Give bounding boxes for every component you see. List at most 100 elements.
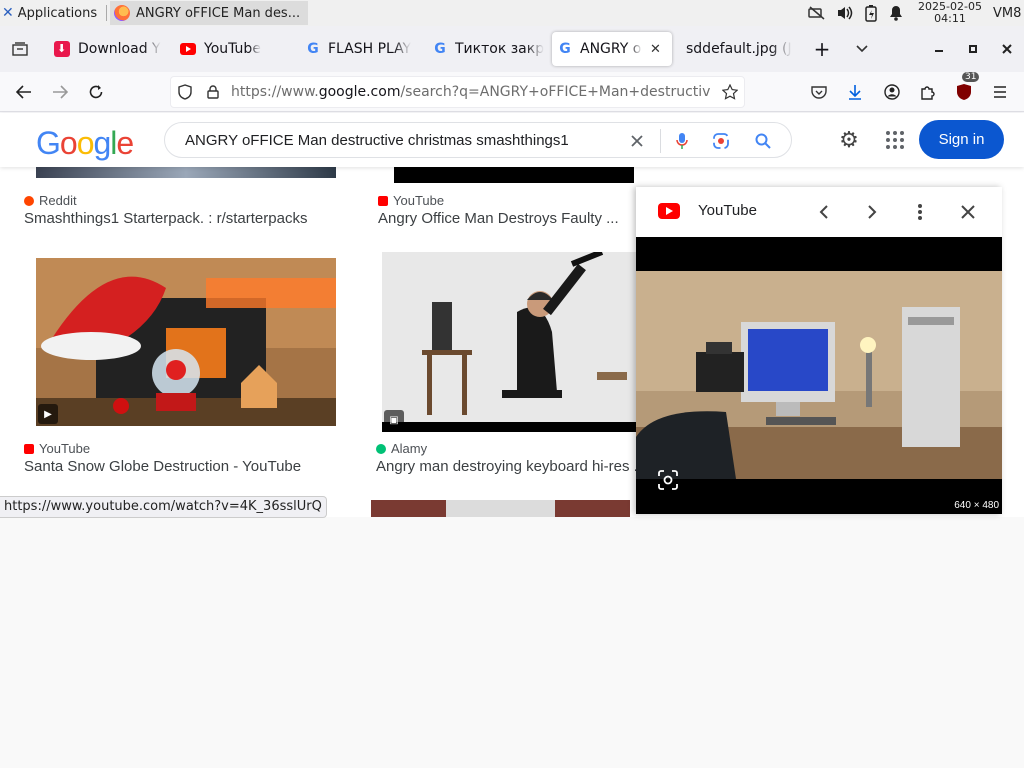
tab-sddefault[interactable]: sddefault.jpg (J xyxy=(680,32,798,66)
image-badge-icon: ▣ xyxy=(384,410,404,430)
notification-bell-icon[interactable] xyxy=(886,0,906,26)
applications-label: Applications xyxy=(17,5,98,21)
minimize-button[interactable] xyxy=(923,32,955,66)
search-icon[interactable] xyxy=(749,127,777,155)
result-source-name: Reddit xyxy=(39,193,77,208)
reload-button[interactable] xyxy=(80,76,112,108)
tab-label: Download Y xyxy=(78,41,161,57)
back-button[interactable] xyxy=(8,76,40,108)
preview-source-name[interactable]: YouTube xyxy=(698,202,757,219)
tab-angry-office-active[interactable]: G ANGRY oFFICE ✕ xyxy=(552,32,672,66)
lens-search-icon[interactable] xyxy=(654,466,682,494)
close-window-button[interactable] xyxy=(991,32,1023,66)
url-text[interactable]: https://www.google.com/search?q=ANGRY+oF… xyxy=(231,84,711,100)
os-panel: ✕ Applications ANGRY oFFICE Man des... 2… xyxy=(0,0,1024,26)
tab-youtube[interactable]: YouTube xyxy=(174,32,292,66)
forward-button[interactable] xyxy=(44,76,76,108)
video-play-icon: ▶ xyxy=(38,404,58,424)
result-source[interactable]: YouTube xyxy=(378,193,444,208)
nav-bar: https://www.google.com/search?q=ANGRY+oF… xyxy=(0,72,1024,112)
tab-overview-button[interactable] xyxy=(4,32,36,66)
taskbar-window-button[interactable]: ANGRY oFFICE Man des... xyxy=(110,1,308,25)
google-icon: G xyxy=(559,41,571,57)
maximize-button[interactable] xyxy=(957,32,989,66)
firefox-icon xyxy=(114,5,130,21)
url-domain: google.com xyxy=(318,84,401,100)
google-lens-icon[interactable] xyxy=(707,127,735,155)
result-source[interactable]: Alamy xyxy=(376,441,427,456)
previous-arrow-icon[interactable] xyxy=(811,199,837,225)
image-dimensions: 640 × 480 xyxy=(954,500,999,511)
close-preview-icon[interactable] xyxy=(955,199,981,225)
lock-icon[interactable] xyxy=(199,85,227,99)
result-thumbnail-next[interactable] xyxy=(371,500,630,517)
tab-label: ANGRY oFFICE xyxy=(580,41,642,57)
account-icon[interactable] xyxy=(876,76,908,108)
result-title[interactable]: Smashthings1 Starterpack. : r/starterpac… xyxy=(24,210,307,227)
tab-close-icon[interactable]: ✕ xyxy=(650,42,661,57)
result-thumbnail-alamy[interactable]: ▣ xyxy=(382,252,636,432)
battery-icon[interactable] xyxy=(861,0,881,26)
tab-tiktok[interactable]: G Тикток закр xyxy=(427,32,545,66)
new-tab-button[interactable]: + xyxy=(806,32,838,66)
result-thumbnail-reddit[interactable] xyxy=(36,167,336,178)
list-all-tabs-button[interactable] xyxy=(846,32,878,66)
pocket-icon[interactable] xyxy=(803,76,835,108)
google-logo[interactable]: Google xyxy=(36,125,134,162)
result-title[interactable]: Angry Office Man Destroys Faulty ... xyxy=(378,210,619,227)
result-thumbnail-santa[interactable]: ▶ xyxy=(36,258,336,426)
clear-search-icon[interactable] xyxy=(623,127,651,155)
xfce-logo-icon: ✕ xyxy=(2,5,14,21)
youtube-icon xyxy=(658,203,680,219)
preview-image[interactable]: 640 × 480 xyxy=(636,237,1002,514)
result-thumbnail-youtube-office[interactable] xyxy=(394,167,634,183)
result-title[interactable]: Angry man destroying keyboard hi-res ... xyxy=(376,458,646,475)
user-label[interactable]: VM8 xyxy=(993,0,1021,26)
more-options-icon[interactable] xyxy=(907,199,933,225)
link-status-url: https://www.youtube.com/watch?v=4K_36ssl… xyxy=(0,496,327,518)
tab-download[interactable]: Download Y xyxy=(48,32,166,66)
hamburger-menu-icon[interactable] xyxy=(984,76,1016,108)
google-header: Google ANGRY oFFICE Man destructive chri… xyxy=(0,113,1024,167)
address-bar[interactable]: https://www.google.com/search?q=ANGRY+oF… xyxy=(170,76,745,108)
tracking-protection-icon[interactable] xyxy=(171,84,199,100)
panel-separator xyxy=(106,5,107,21)
result-source-name: YouTube xyxy=(393,193,445,208)
sign-in-button[interactable]: Sign in xyxy=(919,120,1004,159)
result-source[interactable]: YouTube xyxy=(24,441,90,456)
result-source[interactable]: Reddit xyxy=(24,193,77,208)
downloads-icon[interactable] xyxy=(839,76,871,108)
extensions-puzzle-icon[interactable] xyxy=(912,76,944,108)
logo-letter: e xyxy=(116,125,134,161)
search-divider xyxy=(660,129,661,153)
extension-badge: 31 xyxy=(962,72,980,82)
tab-flash-player[interactable]: G FLASH PLAY xyxy=(300,32,418,66)
next-arrow-icon[interactable] xyxy=(859,199,885,225)
tab-label: FLASH PLAY xyxy=(328,41,412,57)
tab-label: YouTube xyxy=(204,41,261,57)
volume-icon[interactable] xyxy=(834,0,856,26)
youtube-icon xyxy=(378,195,388,206)
alamy-icon xyxy=(376,443,386,454)
image-preview-panel: YouTube 640 × 480 xyxy=(636,187,1002,514)
reddit-icon xyxy=(24,195,34,206)
search-box[interactable]: ANGRY oFFICE Man destructive christmas s… xyxy=(164,122,792,158)
network-icon[interactable] xyxy=(806,0,828,26)
logo-letter: o xyxy=(59,125,78,161)
logo-letter: G xyxy=(36,125,61,161)
search-query[interactable]: ANGRY oFFICE Man destructive christmas s… xyxy=(185,132,569,149)
tab-strip: Download Y YouTube G FLASH PLAY G Тикток… xyxy=(0,26,1024,72)
url-path: /search?q=ANGRY+oFFICE+Man+destructive+c… xyxy=(400,84,711,100)
settings-gear-icon[interactable]: ⚙ xyxy=(834,125,864,155)
youtube-icon xyxy=(24,443,34,454)
result-source-name: Alamy xyxy=(391,441,428,456)
google-apps-icon[interactable] xyxy=(880,125,910,155)
voice-search-icon[interactable] xyxy=(668,127,696,155)
result-title[interactable]: Santa Snow Globe Destruction - YouTube xyxy=(24,458,301,475)
clock[interactable]: 2025-02-05 04:11 xyxy=(914,0,986,25)
logo-letter: g xyxy=(93,125,111,161)
bookmark-star-icon[interactable] xyxy=(716,84,744,100)
preview-header: YouTube xyxy=(636,187,1002,237)
applications-menu[interactable]: ✕ Applications xyxy=(2,0,97,26)
ublock-shield-icon[interactable]: 31 xyxy=(948,72,980,108)
